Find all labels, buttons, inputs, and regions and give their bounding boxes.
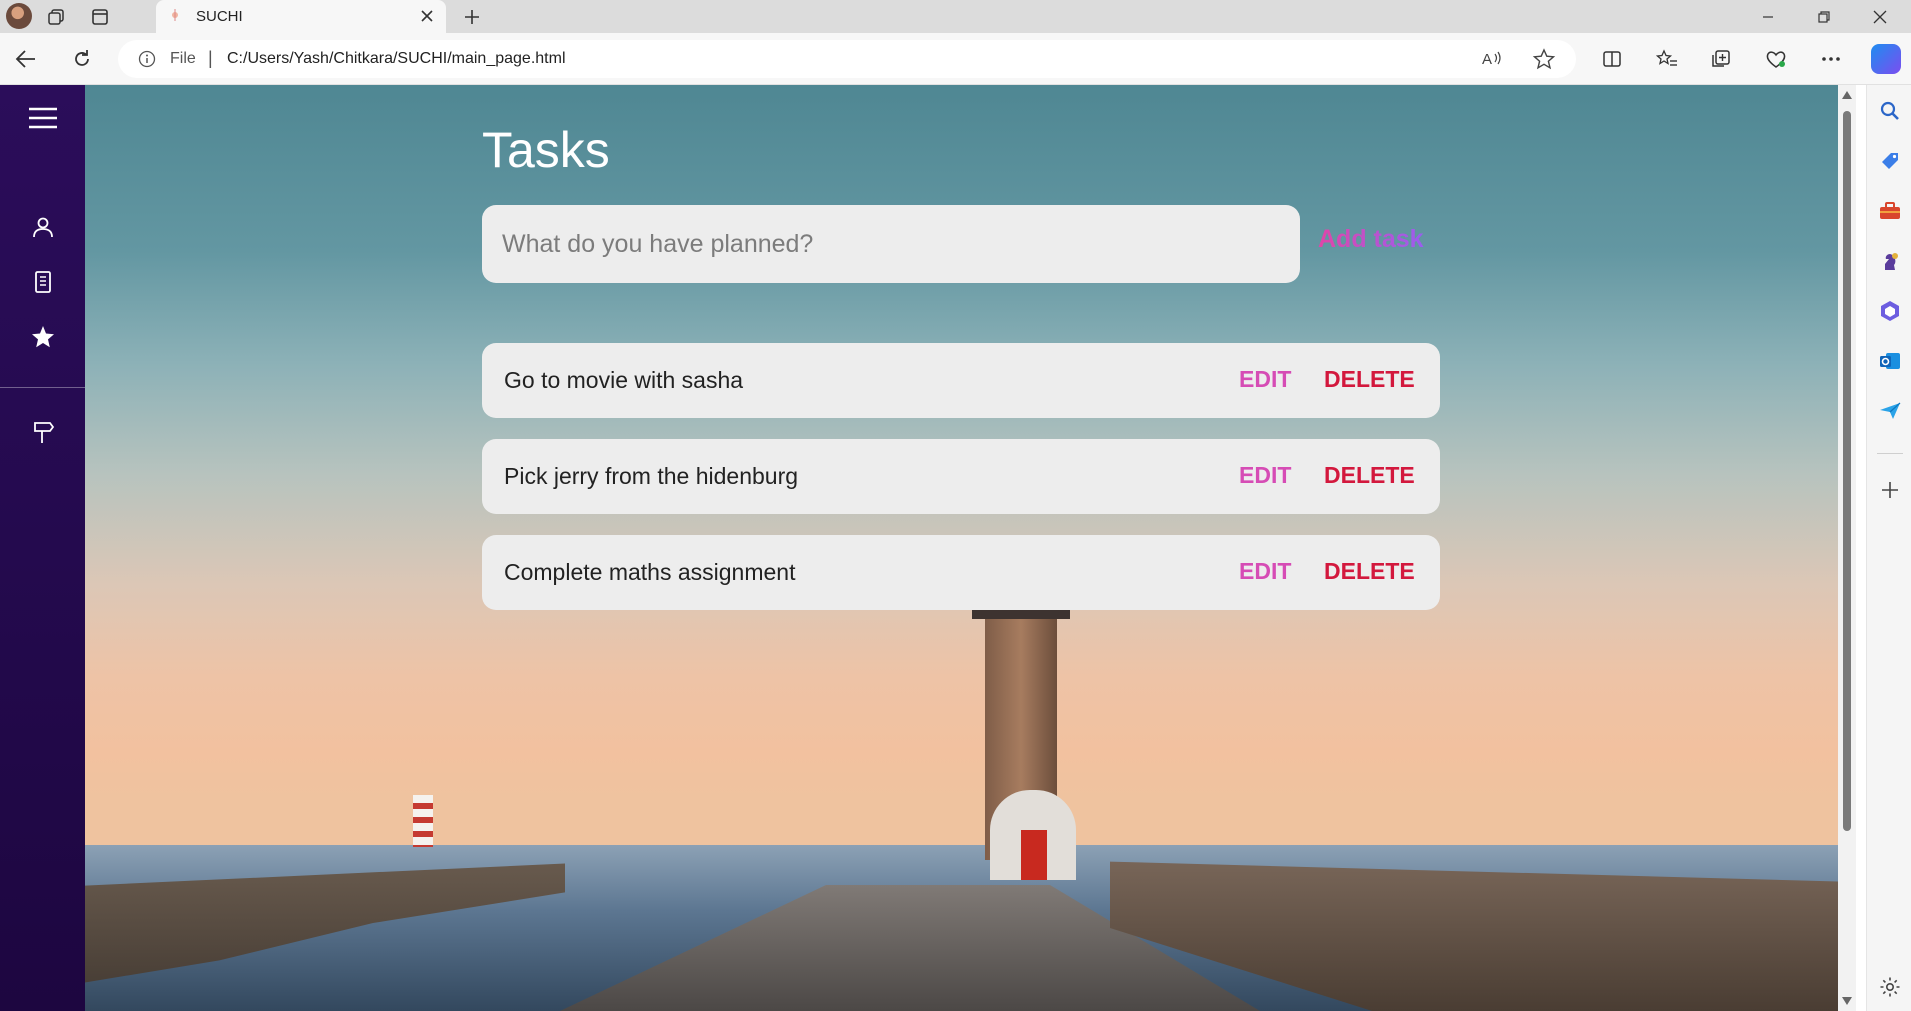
edit-button[interactable]: EDIT [1239,558,1291,585]
restore-icon[interactable] [1796,0,1852,33]
more-menu-icon[interactable] [1815,45,1847,73]
delete-button[interactable]: DELETE [1324,366,1415,393]
edge-sidebar-divider [1877,453,1903,454]
address-bar[interactable]: File | C:/Users/Yash/Chitkara/SUCHI/main… [118,40,1576,78]
star-icon[interactable] [28,323,58,351]
browser-essentials-icon[interactable] [1760,45,1792,73]
scroll-up-arrow-icon[interactable] [1842,91,1852,99]
task-input[interactable] [482,205,1300,283]
search-icon[interactable] [1878,99,1902,123]
address-separator: | [208,48,213,68]
svg-text:A: A [1482,51,1492,68]
send-icon[interactable] [1878,399,1902,423]
profile-avatar[interactable] [6,3,32,29]
address-url[interactable]: C:/Users/Yash/Chitkara/SUCHI/main_page.h… [227,50,566,68]
read-aloud-icon[interactable]: A [1480,48,1504,70]
browser-toolbar: File | C:/Users/Yash/Chitkara/SUCHI/main… [0,33,1911,85]
task-item: Pick jerry from the hidenburg EDIT DELET… [482,439,1440,514]
background-small-lighthouse [413,795,433,847]
background-lighthouse-door [1021,830,1047,880]
tab-suchi[interactable]: SUCHI [156,0,446,33]
edit-button[interactable]: EDIT [1239,462,1291,489]
user-icon[interactable] [28,213,58,241]
minimize-icon[interactable] [1740,0,1796,33]
close-tab-icon[interactable] [416,5,438,27]
delete-button[interactable]: DELETE [1324,462,1415,489]
chess-icon[interactable] [1878,249,1902,273]
copilot-icon[interactable] [1871,44,1901,74]
favorite-star-icon[interactable] [1532,48,1556,70]
edit-button[interactable]: EDIT [1239,366,1291,393]
page-title: Tasks [482,122,610,178]
office-icon[interactable] [1878,299,1902,323]
scroll-down-arrow-icon[interactable] [1842,997,1852,1005]
info-icon[interactable] [138,50,156,68]
shopping-tag-icon[interactable] [1878,149,1902,173]
close-window-icon[interactable] [1852,0,1908,33]
split-screen-icon[interactable] [1596,45,1628,73]
task-item: Go to movie with sasha EDIT DELETE [482,343,1440,418]
address-scheme: File [170,50,196,67]
app-sidebar [0,85,85,1011]
page-viewport: Tasks Add task Go to movie with sasha ED… [0,85,1838,1011]
task-text: Pick jerry from the hidenburg [504,463,799,489]
tab-favicon-icon [172,9,178,21]
task-text: Go to movie with sasha [504,367,744,393]
sidebar-divider [0,387,85,388]
toolbox-icon[interactable] [1878,199,1902,223]
menu-icon[interactable] [28,104,58,132]
building-icon[interactable] [28,268,58,296]
favorites-icon[interactable] [1651,45,1683,73]
signpost-icon[interactable] [28,418,58,446]
edge-sidebar [1866,85,1911,1011]
browser-tab-bar: SUCHI [0,0,1911,33]
workspaces-icon[interactable] [42,4,70,30]
add-task-button[interactable]: Add task [1318,225,1424,254]
plus-icon[interactable] [1878,478,1902,502]
delete-button[interactable]: DELETE [1324,558,1415,585]
refresh-icon[interactable] [66,45,98,73]
tab-title: SUCHI [196,8,243,25]
outlook-icon[interactable] [1878,349,1902,373]
task-text: Complete maths assignment [504,559,796,585]
back-icon[interactable] [10,45,42,73]
scrollbar-thumb[interactable] [1843,111,1851,831]
task-item: Complete maths assignment EDIT DELETE [482,535,1440,610]
collections-icon[interactable] [1705,45,1737,73]
new-tab-icon[interactable] [458,4,486,30]
page-scrollbar[interactable] [1838,85,1856,1011]
settings-icon[interactable] [1878,975,1902,999]
tab-actions-icon[interactable] [86,4,114,30]
